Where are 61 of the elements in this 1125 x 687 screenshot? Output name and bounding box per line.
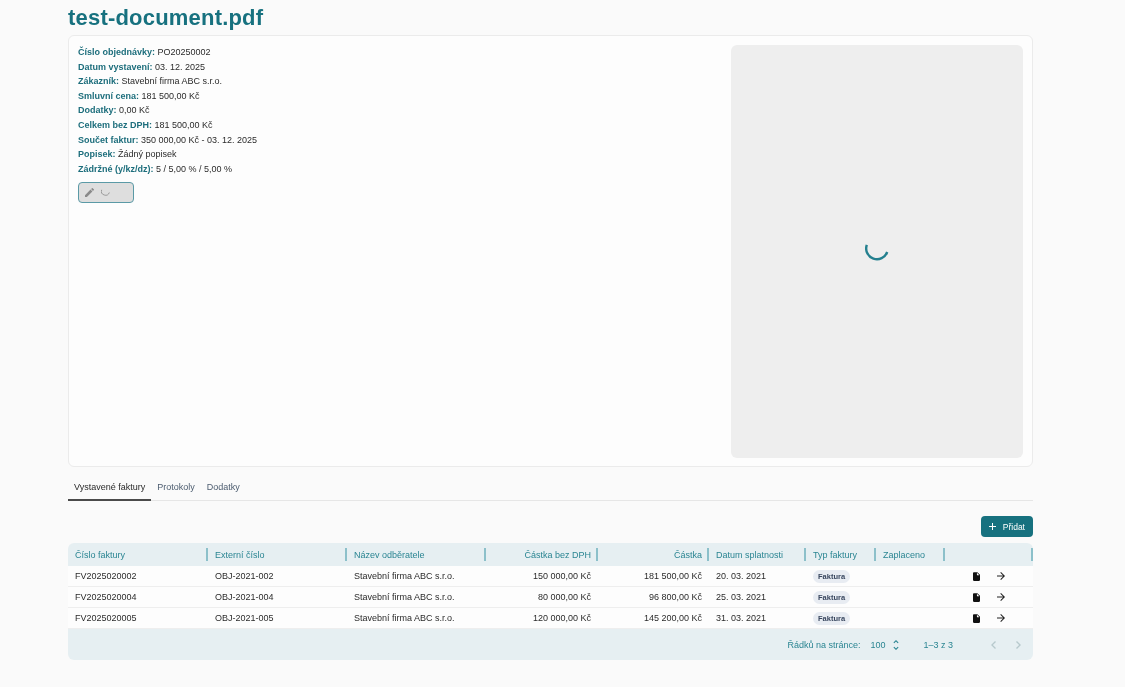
detail-value: 181 500,00 Kč xyxy=(154,119,213,130)
detail-label: Číslo objednávky: xyxy=(78,47,156,57)
detail-value: 181 500,00 Kč xyxy=(141,90,200,101)
table-cell: 31. 03. 2021 xyxy=(716,613,767,623)
column-header: Typ faktury xyxy=(813,549,857,560)
pencil-icon xyxy=(85,188,94,198)
detail-value: 0,00 Kč xyxy=(119,105,150,116)
detail-label: Popisek: xyxy=(78,149,116,160)
table-cell: Stavební firma ABC s.r.o. xyxy=(354,592,455,602)
table-cell: OBJ-2021-004 xyxy=(215,592,274,602)
table-cell: 20. 03. 2021 xyxy=(716,571,767,581)
column-header: Externí číslo xyxy=(215,549,265,560)
detail-value: Žádný popisek xyxy=(118,149,177,160)
document-icon[interactable] xyxy=(973,592,980,602)
detail-label: Celkem bez DPH: xyxy=(78,119,153,130)
table-cell: 120 000,00 Kč xyxy=(532,613,591,623)
document-icon[interactable] xyxy=(973,571,980,581)
page-title: test-document.pdf xyxy=(68,4,265,32)
detail-value: PO20250002 xyxy=(157,47,211,57)
detail-label: Součet faktur: xyxy=(78,134,139,145)
table-cell: Stavební firma ABC s.r.o. xyxy=(354,571,455,581)
detail-label: Zádržné (y/kz/dz): xyxy=(78,163,154,174)
column-header: Částka xyxy=(674,549,702,560)
detail-label: Zákazník: xyxy=(78,76,119,87)
arrow-right-icon[interactable] xyxy=(997,614,1005,622)
column-header: Datum splatnosti xyxy=(716,549,784,560)
page-range: 1–3 z 3 xyxy=(923,639,953,650)
detail-label: Datum vystavení: xyxy=(78,61,153,72)
table-cell: Stavební firma ABC s.r.o. xyxy=(354,613,455,623)
table-cell: 80 000,00 Kč xyxy=(537,592,591,602)
column-header: Zaplaceno xyxy=(883,549,926,560)
add-button[interactable]: Přidat xyxy=(980,516,1033,537)
table-cell: FV2025020005 xyxy=(75,613,137,623)
plus-icon xyxy=(988,523,996,530)
detail-value: Stavební firma ABC s.r.o. xyxy=(121,76,223,87)
table-cell: FV2025020004 xyxy=(75,592,137,602)
table-cell: OBJ-2021-002 xyxy=(215,571,274,581)
tab[interactable]: Dodatky xyxy=(200,474,246,501)
table-cell: 96 800,00 Kč xyxy=(648,592,702,602)
table-cell: 150 000,00 Kč xyxy=(532,571,591,581)
up-down-icon xyxy=(893,639,900,650)
rows-per-page-select[interactable]: 100 xyxy=(870,639,900,650)
document-icon[interactable] xyxy=(973,613,980,623)
detail-label: Smluvní cena: xyxy=(78,90,140,101)
tab[interactable]: Protokoly xyxy=(151,474,201,501)
column-header: Název odběratele xyxy=(354,549,425,560)
table-cell: 145 200,00 Kč xyxy=(643,613,702,623)
table-cell: 25. 03. 2021 xyxy=(716,592,767,602)
detail-value: 5 / 5,00 % / 5,00 % xyxy=(156,163,233,174)
detail-label: Dodatky: xyxy=(78,105,117,116)
detail-value: 03. 12. 2025 xyxy=(155,61,206,72)
table-cell: FV2025020002 xyxy=(75,571,137,581)
detail-value: 350 000,00 Kč - 03. 12. 2025 xyxy=(141,134,258,145)
column-header: Částka bez DPH xyxy=(524,549,591,560)
table-cell: OBJ-2021-005 xyxy=(215,613,274,623)
tab[interactable]: Vystavené faktury xyxy=(68,474,152,501)
rows-per-page-label: Řádků na stránce: xyxy=(787,639,861,650)
arrow-right-icon[interactable] xyxy=(997,593,1005,601)
arrow-right-icon[interactable] xyxy=(997,572,1005,580)
table-cell: 181 500,00 Kč xyxy=(643,571,702,581)
column-header: Číslo faktury xyxy=(75,549,125,560)
